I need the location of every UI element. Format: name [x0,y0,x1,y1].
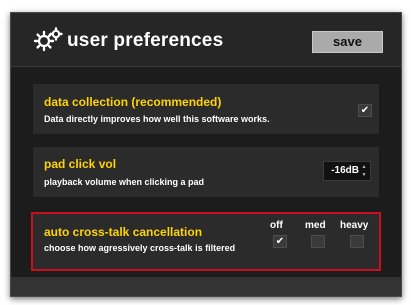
option-label-med: med [305,220,326,231]
footer-bar [11,277,401,296]
data-collection-checkbox[interactable]: ✔ [358,104,372,117]
pref-description: Data directly improves how well this sof… [44,114,270,124]
chevron-up-icon[interactable]: ▲ [360,163,368,171]
volume-value: -16dB [331,165,359,176]
pref-description: choose how agressively cross-talk is fil… [44,243,236,253]
stepper-arrows[interactable]: ▲ ▼ [360,163,368,179]
pref-title: auto cross-talk cancellation [44,225,203,239]
chevron-down-icon[interactable]: ▼ [360,171,368,179]
pref-title: pad click vol [44,157,117,171]
pref-title: data collection (recommended) [44,95,222,109]
option-label-off: off [270,220,283,231]
header-bar: user preferences save [11,13,401,67]
save-button[interactable]: save [312,31,383,53]
crosstalk-heavy-checkbox[interactable] [350,235,364,248]
pref-pad-click-vol: pad click vol playback volume when click… [33,147,379,197]
volume-stepper[interactable]: -16dB ▲ ▼ [323,161,371,181]
gears-icon [33,27,63,52]
page-title: user preferences [67,30,224,51]
pref-data-collection: data collection (recommended) Data direc… [33,84,379,134]
pref-crosstalk-cancellation: auto cross-talk cancellation choose how … [31,212,381,271]
crosstalk-off-checkbox[interactable]: ✔ [273,235,287,248]
crosstalk-med-checkbox[interactable] [311,235,325,248]
option-label-heavy: heavy [340,220,369,231]
preferences-window: user preferences save data collection (r… [10,12,402,297]
pref-description: playback volume when clicking a pad [44,177,205,187]
preferences-list: data collection (recommended) Data direc… [11,67,401,277]
